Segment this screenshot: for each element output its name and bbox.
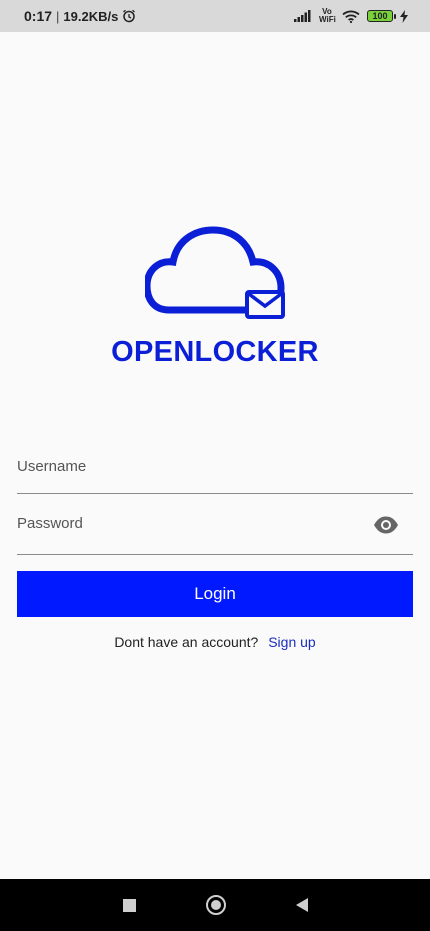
login-button[interactable]: Login xyxy=(17,571,413,617)
charging-icon xyxy=(400,9,408,23)
status-bar: 0:17 | 19.2KB/s Vo WiFi 100 xyxy=(0,0,430,32)
eye-icon[interactable] xyxy=(373,516,399,534)
alarm-icon xyxy=(123,9,136,23)
status-separator: | xyxy=(56,8,60,24)
status-left: 0:17 | 19.2KB/s xyxy=(24,8,136,24)
username-label: Username xyxy=(17,458,87,475)
nav-recents-icon[interactable] xyxy=(122,898,136,912)
signup-prompt: Dont have an account? xyxy=(114,634,259,650)
cloud-mail-logo-icon xyxy=(145,226,285,319)
password-label: Password xyxy=(17,515,83,532)
username-field[interactable]: Username xyxy=(17,448,413,494)
vowifi-label: Vo WiFi xyxy=(319,7,336,24)
system-nav-bar xyxy=(0,879,430,931)
nav-back-icon[interactable] xyxy=(295,898,308,912)
signup-row: Dont have an account? Sign up xyxy=(0,634,430,650)
battery-icon: 100 xyxy=(367,10,396,22)
password-field[interactable]: Password xyxy=(17,505,413,555)
network-speed: 19.2KB/s xyxy=(63,8,119,24)
status-right: Vo WiFi 100 xyxy=(294,8,408,24)
status-time: 0:17 xyxy=(24,8,53,24)
app-title: OPENLOCKER xyxy=(111,336,319,368)
wifi-icon xyxy=(342,10,360,23)
nav-home-icon[interactable] xyxy=(205,895,226,915)
signal-icon xyxy=(294,10,311,22)
battery-level: 100 xyxy=(372,11,388,21)
signup-link[interactable]: Sign up xyxy=(268,634,315,650)
